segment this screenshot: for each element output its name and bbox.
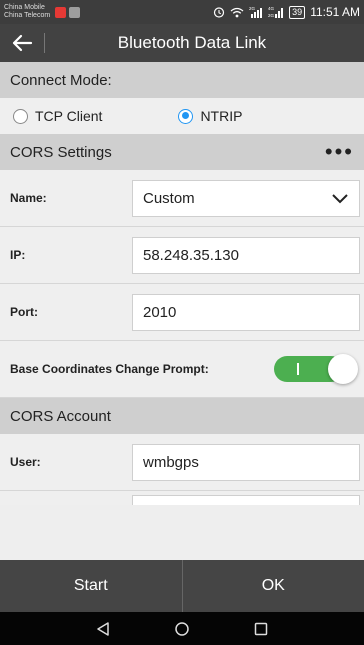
arrow-left-icon [12, 34, 33, 52]
chevron-down-icon [332, 194, 348, 204]
radio-off-icon[interactable] [13, 108, 28, 124]
cors-account-title: CORS Account [10, 407, 111, 425]
svg-text:4G: 4G [268, 6, 275, 11]
page-title: Bluetooth Data Link [117, 33, 267, 52]
app-bar-divider [44, 33, 45, 53]
user-label: User: [10, 455, 41, 469]
carrier-2: China Telecom [4, 12, 51, 19]
ip-row: IP: 58.248.35.130 [0, 227, 364, 284]
nav-recent-icon[interactable] [253, 621, 269, 637]
svg-text:2G: 2G [249, 6, 256, 11]
cors-account-header: CORS Account [0, 398, 364, 434]
notification-app-icon [55, 6, 67, 18]
name-label: Name: [10, 191, 47, 205]
carrier-info: China Mobile China Telecom [4, 4, 50, 20]
prompt-row: Base Coordinates Change Prompt: [0, 341, 364, 398]
nav-back-icon[interactable] [95, 621, 111, 637]
radio-ntrip-label: NTRIP [200, 108, 243, 124]
base-coordinates-prompt-toggle[interactable] [274, 354, 358, 384]
toggle-knob[interactable] [328, 354, 358, 384]
connect-mode-header: Connect Mode: [0, 62, 364, 98]
bottom-action-bar: Start OK [0, 560, 364, 612]
password-input[interactable] [132, 495, 360, 505]
more-horiz-icon[interactable]: ••• [325, 141, 354, 163]
nav-home-icon[interactable] [174, 621, 190, 637]
alarm-icon [214, 7, 225, 18]
radio-ntrip[interactable]: NTRIP [178, 108, 242, 124]
user-input[interactable]: wmbgps [132, 443, 360, 481]
signal-1-icon: 2G [249, 6, 263, 18]
connect-mode-title: Connect Mode: [10, 71, 112, 89]
battery-indicator: 39 [289, 5, 306, 19]
toggle-on-icon [297, 363, 299, 375]
user-row: User: wmbgps [0, 434, 364, 491]
system-nav-bar [0, 612, 364, 645]
wifi-icon [230, 7, 244, 17]
back-button[interactable] [0, 24, 44, 62]
name-value: Custom [143, 189, 195, 207]
radio-on-icon[interactable] [178, 108, 194, 124]
name-row: Name: Custom [0, 170, 364, 227]
radio-tcp-client[interactable]: TCP Client [13, 108, 102, 124]
ip-label: IP: [10, 248, 26, 262]
notification-icons [55, 6, 81, 18]
status-indicators: 2G 4G 2G 39 11:51 AM [213, 5, 360, 19]
app-bar: Bluetooth Data Link [0, 24, 364, 62]
port-row: Port: 2010 [0, 284, 364, 341]
password-row-partial [0, 491, 364, 505]
name-dropdown[interactable]: Custom [132, 179, 360, 217]
ok-button[interactable]: OK [183, 560, 364, 612]
ip-input[interactable]: 58.248.35.130 [132, 236, 360, 274]
svg-text:2G: 2G [268, 13, 275, 18]
cors-settings-title: CORS Settings [10, 143, 112, 161]
prompt-label: Base Coordinates Change Prompt: [10, 362, 209, 376]
signal-2-icon: 4G 2G [268, 6, 284, 18]
port-input[interactable]: 2010 [132, 293, 360, 331]
port-label: Port: [10, 305, 38, 319]
radio-tcp-client-label: TCP Client [35, 108, 103, 124]
carrier-1: China Mobile [4, 4, 45, 11]
start-button[interactable]: Start [0, 560, 182, 612]
notification-message-icon [69, 6, 81, 18]
clock: 11:51 AM [310, 5, 360, 19]
cors-settings-header: CORS Settings ••• [0, 134, 364, 170]
connect-mode-options: TCP Client NTRIP [0, 98, 364, 134]
status-bar: China Mobile China Telecom 2G 4G 2G 39 1… [0, 0, 364, 24]
